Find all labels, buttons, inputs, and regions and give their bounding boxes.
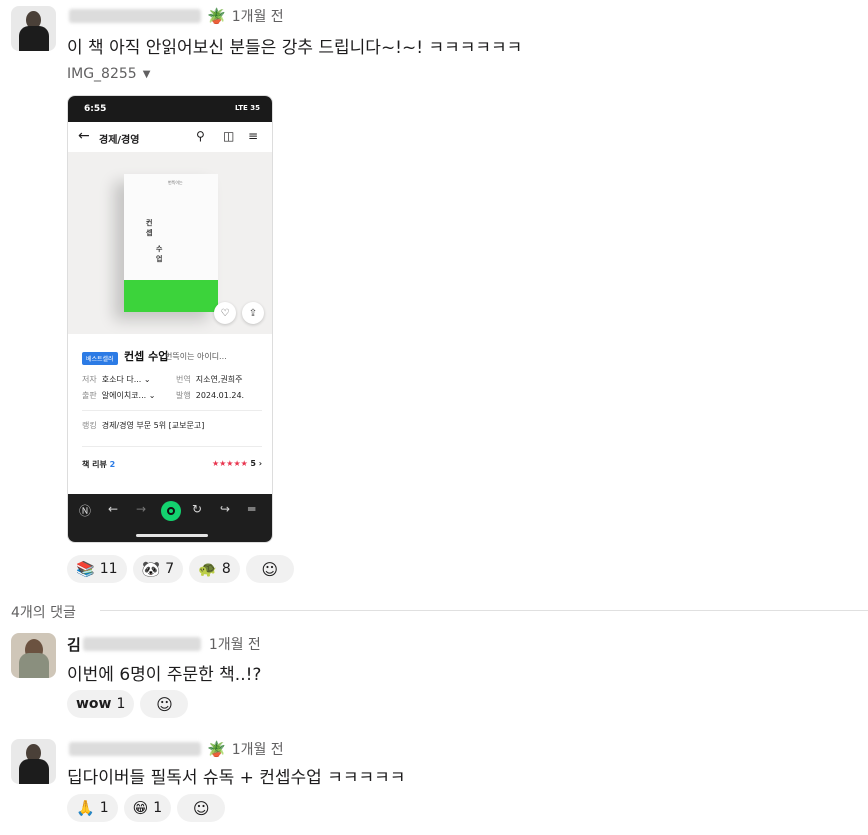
image-attachment[interactable]: 6:55 LTE 35 ← 경제/경영 ⚲ ◫ ≡ 번뜩이는 컨셉 수업 ♡ ⇪… xyxy=(67,95,273,543)
bestseller-badge: 베스트셀러 xyxy=(82,352,118,365)
ranking-row: 랭킹 경제/경영 부문 5위 [교보문고] xyxy=(82,421,205,430)
comment: 김 1개월 전 이번에 6명이 주문한 책..!? wow 1 ☺ xyxy=(0,630,868,725)
cover-title-2: 수업 xyxy=(156,245,163,263)
message-meta: 🪴 1개월 전 xyxy=(67,738,284,760)
phone-nav-title: 경제/경영 xyxy=(99,135,140,146)
book-cover-area: 번뜩이는 컨셉 수업 ♡ ⇪ xyxy=(68,152,272,334)
replies-count: 4개의 댓글 xyxy=(11,602,86,622)
reaction-panda[interactable]: 🐼 7 xyxy=(132,555,184,583)
reaction-pray[interactable]: 🙏 1 xyxy=(67,794,118,822)
avatar[interactable] xyxy=(11,6,56,51)
menu-lines-icon: ═ xyxy=(248,502,256,516)
message-text: 딥다이버들 필독서 슈독 + 컨셉수업 ㅋㅋㅋㅋㅋ xyxy=(67,768,406,788)
rating-stars: ★★★★★ 5 › xyxy=(211,459,262,468)
phone-nav-bar: ← 경제/경영 ⚲ ◫ ≡ xyxy=(68,122,272,152)
author-name-blurred xyxy=(82,637,201,651)
avatar[interactable] xyxy=(11,633,56,678)
replies-divider: 4개의 댓글 xyxy=(0,600,868,622)
green-dot-icon xyxy=(161,501,181,521)
timestamp[interactable]: 1개월 전 xyxy=(232,739,284,759)
search-icon: ⚲ xyxy=(196,129,205,143)
timestamp[interactable]: 1개월 전 xyxy=(232,6,284,26)
reaction-bar: 🙏 1 😁 1 ☺ xyxy=(67,794,226,822)
timestamp[interactable]: 1개월 전 xyxy=(209,634,261,654)
reaction-books[interactable]: 📚 11 xyxy=(67,555,127,583)
smiley-plus-icon: ☺ xyxy=(192,798,210,818)
status-time: 6:55 xyxy=(84,104,107,114)
message-meta: 김 1개월 전 xyxy=(67,633,261,655)
bag-icon: ◫ xyxy=(223,129,235,143)
plant-status-icon: 🪴 xyxy=(207,7,226,25)
avatar[interactable] xyxy=(11,739,56,784)
reaction-bar: 📚 11 🐼 7 🐢 8 ☺ xyxy=(67,555,294,583)
back-arrow-icon: ← xyxy=(78,128,90,144)
cover-title-1: 컨셉 xyxy=(146,219,153,237)
author-name[interactable]: 김 xyxy=(67,634,81,655)
forward-icon: → xyxy=(136,502,147,516)
grin-emoji-icon: 😁 xyxy=(132,799,149,817)
home-indicator xyxy=(136,534,208,537)
translator-row: 번역 지소연,권희주 xyxy=(176,375,243,384)
message-post: 🪴 1개월 전 이 책 아직 안읽어보신 분들은 강추 드립니다~!~! ㅋㅋㅋ… xyxy=(0,0,868,595)
cover-band xyxy=(124,280,218,312)
smiley-plus-icon: ☺ xyxy=(156,694,173,714)
phone-status-bar: 6:55 LTE 35 xyxy=(68,96,272,122)
heart-icon: ♡ xyxy=(214,302,236,324)
menu-icon: ≡ xyxy=(248,129,259,143)
author-name-blurred xyxy=(69,9,201,23)
status-signal: LTE 35 xyxy=(234,104,260,112)
books-emoji-icon: 📚 xyxy=(76,560,95,578)
message-text: 이번에 6명이 주문한 책..!? xyxy=(67,665,262,685)
reaction-grin[interactable]: 😁 1 xyxy=(123,794,172,822)
book-cover: 번뜩이는 컨셉 수업 xyxy=(124,174,218,312)
comment: 🪴 1개월 전 딥다이버들 필독서 슈독 + 컨셉수업 ㅋㅋㅋㅋㅋ 🙏 1 😁 1 … xyxy=(0,735,868,835)
chevron-down-icon[interactable]: ▼ xyxy=(143,69,151,80)
reaction-wow[interactable]: wow 1 xyxy=(67,690,135,718)
book-title: 컨셉 수업 xyxy=(124,350,169,363)
add-reaction-button[interactable]: ☺ xyxy=(177,794,226,822)
smiley-plus-icon: ☺ xyxy=(261,559,279,579)
naver-icon: Ⓝ xyxy=(79,504,92,518)
book-subtitle: 번뜩이는 아이디... xyxy=(165,352,227,361)
plant-status-icon: 🪴 xyxy=(207,740,226,758)
add-reaction-button[interactable]: ☺ xyxy=(245,555,294,583)
wow-emoji-icon: wow xyxy=(76,696,112,712)
reaction-turtle[interactable]: 🐢 8 xyxy=(189,555,240,583)
author-row: 저자 호소다 다... ⌄ xyxy=(82,375,151,384)
refresh-icon: ↻ xyxy=(192,502,203,516)
date-row: 발행 2024.01.24. xyxy=(176,391,245,400)
review-label: 책 리뷰 2 xyxy=(82,460,116,469)
add-reaction-button[interactable]: ☺ xyxy=(140,690,189,718)
book-info: 베스트셀러 컨셉 수업 번뜩이는 아이디... 저자 호소다 다... ⌄ 번역 지… xyxy=(68,334,272,494)
pray-emoji-icon: 🙏 xyxy=(76,799,95,817)
turtle-emoji-icon: 🐢 xyxy=(198,560,217,578)
author-name-blurred xyxy=(69,742,201,756)
back-icon: ← xyxy=(108,502,119,516)
share-icon: ⇪ xyxy=(242,302,264,324)
phone-bottom-bar: Ⓝ ← → ↻ ↪ ═ xyxy=(68,494,272,542)
message-text: 이 책 아직 안읽어보신 분들은 강추 드립니다~!~! ㅋㅋㅋㅋㅋㅋ xyxy=(67,38,523,58)
cover-author: 번뜩이는 xyxy=(168,180,183,185)
message-meta: 🪴 1개월 전 xyxy=(67,5,284,27)
file-name[interactable]: IMG_8255 ▼ xyxy=(67,66,150,82)
file-name-label: IMG_8255 xyxy=(67,66,137,82)
publisher-row: 출판 알에이치코... ⌄ xyxy=(82,391,156,400)
share-arrow-icon: ↪ xyxy=(220,502,231,516)
reaction-bar: wow 1 ☺ xyxy=(67,690,189,718)
panda-emoji-icon: 🐼 xyxy=(141,560,161,578)
